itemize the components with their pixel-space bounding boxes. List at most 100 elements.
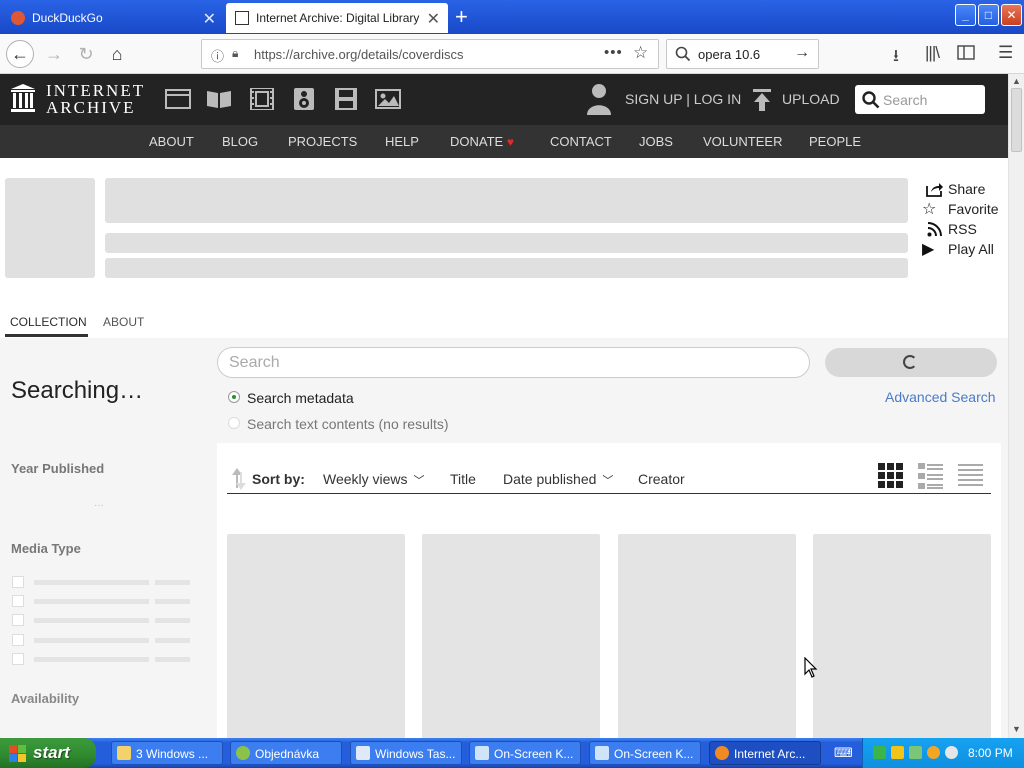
browser-search-text[interactable]: opera 10.6 <box>698 47 760 62</box>
new-tab-icon[interactable]: + <box>455 4 468 30</box>
network-icon[interactable] <box>873 746 886 759</box>
lock-icon[interactable]: 🔒︎ <box>232 46 238 61</box>
subnav-about[interactable]: ABOUT <box>149 134 194 149</box>
subnav-volunteer[interactable]: VOLUNTEER <box>703 134 782 149</box>
taskbar-item-on-screen-keyboard[interactable]: On-Screen K... <box>469 741 581 765</box>
advanced-search-link[interactable]: Advanced Search <box>885 389 996 405</box>
facet-loading: ··· <box>94 500 104 511</box>
chevron-down-icon: ﹀ <box>413 475 425 487</box>
facet-row-placeholder <box>12 634 192 646</box>
play-all-button[interactable]: ▶ Play All <box>922 239 999 259</box>
tab-about[interactable]: ABOUT <box>103 315 144 329</box>
sidebar-toggle-icon[interactable] <box>957 45 975 60</box>
scroll-thumb[interactable] <box>1011 88 1022 152</box>
browser-tab-duckduckgo[interactable]: DuckDuckGo ✕ <box>2 3 224 33</box>
reload-icon[interactable]: ↻ <box>72 40 100 68</box>
close-tab-icon[interactable]: ✕ <box>203 9 216 29</box>
home-icon[interactable]: ⌂ <box>103 40 131 68</box>
subnav-help[interactable]: HELP <box>385 134 419 149</box>
facet-media-type: Media Type <box>11 541 81 556</box>
share-button[interactable]: Share <box>922 179 999 199</box>
sort-weekly-views[interactable]: Weekly views ﹀ <box>323 471 425 488</box>
browser-search-bar[interactable]: opera 10.6 → <box>666 39 819 69</box>
browser-tab-internet-archive[interactable]: Internet Archive: Digital Library of ✕ <box>226 3 448 33</box>
search-go-icon[interactable]: → <box>794 44 810 62</box>
info-icon[interactable]: ⓘ <box>211 46 224 65</box>
system-tray: 8:00 PM <box>862 738 1024 768</box>
search-text-label[interactable]: Search text contents (no results) <box>247 416 449 432</box>
menu-icon[interactable]: ☰ <box>998 43 1013 63</box>
audio-icon[interactable] <box>291 88 317 110</box>
sort-title[interactable]: Title <box>450 471 476 487</box>
favorite-button[interactable]: ☆ Favorite <box>922 199 999 219</box>
radio-selected-dot <box>232 395 236 399</box>
back-button[interactable]: ← <box>6 40 34 68</box>
bookmark-star-icon[interactable]: ☆ <box>633 43 648 63</box>
downloads-icon[interactable]: ⭳ <box>893 43 899 72</box>
ia-top-nav: INTERNET ARCHIVE SIGN UP | LOG IN UPLOAD… <box>0 74 1008 125</box>
volume-icon[interactable] <box>945 746 958 759</box>
result-tile-placeholder <box>618 534 796 744</box>
software-icon[interactable] <box>333 88 359 110</box>
sort-date-published[interactable]: Date published ﹀ <box>503 471 613 488</box>
firefox-icon <box>715 746 729 760</box>
taskbar-item-internet-archive[interactable]: Internet Arc... <box>709 741 821 765</box>
video-icon[interactable] <box>249 88 275 110</box>
web-icon[interactable] <box>165 88 191 110</box>
search-submit-button[interactable] <box>825 348 997 377</box>
list-compact-view-icon[interactable] <box>958 463 984 489</box>
tab-collection[interactable]: COLLECTION <box>10 315 87 329</box>
subnav-contact[interactable]: CONTACT <box>550 134 612 149</box>
list-detail-view-icon[interactable] <box>918 463 944 489</box>
taskbar-item-windows-explorer[interactable]: 3 Windows ... <box>111 741 223 765</box>
scroll-up-icon[interactable]: ▲ <box>1012 76 1021 86</box>
page-scrollbar[interactable]: ▲ ▼ <box>1008 74 1024 738</box>
url-text[interactable]: https://archive.org/details/coverdiscs <box>254 47 464 62</box>
magnifier-icon[interactable] <box>927 746 940 759</box>
keyboard-icon <box>595 746 609 760</box>
logo-line: ARCHIVE <box>46 98 136 117</box>
ia-logo-text[interactable]: INTERNET ARCHIVE <box>46 82 145 116</box>
collection-search-input[interactable]: Search <box>217 347 810 378</box>
taskbar-item-on-screen-keyboard[interactable]: On-Screen K... <box>589 741 701 765</box>
taskbar-item-task-manager[interactable]: Windows Tas... <box>350 741 462 765</box>
user-avatar-icon[interactable] <box>586 82 612 116</box>
library-icon[interactable]: |||\ <box>925 43 940 63</box>
clock-time[interactable]: 8:00 PM <box>968 746 1013 760</box>
subnav-jobs[interactable]: JOBS <box>639 134 673 149</box>
grid-view-icon[interactable] <box>878 463 904 489</box>
texts-icon[interactable] <box>206 88 232 110</box>
start-button[interactable]: start <box>0 738 96 768</box>
search-text-radio[interactable] <box>228 417 240 429</box>
archive-logo-icon[interactable] <box>10 83 36 113</box>
scroll-down-icon[interactable]: ▼ <box>1012 724 1021 734</box>
subnav-people[interactable]: PEOPLE <box>809 134 861 149</box>
keyboard-tray-icon[interactable]: ⌨ <box>834 745 853 761</box>
task-label: On-Screen K... <box>614 747 694 761</box>
search-metadata-label[interactable]: Search metadata <box>247 390 354 406</box>
subnav-donate[interactable]: DONATE ♥ <box>450 134 514 149</box>
task-label: On-Screen K... <box>494 747 574 761</box>
page-actions-icon[interactable]: ••• <box>604 44 623 61</box>
taskbar-item-objednavka[interactable]: Objednávka <box>230 741 342 765</box>
minimize-window-button[interactable]: _ <box>955 4 976 26</box>
rss-button[interactable]: RSS <box>922 219 999 239</box>
upload-link[interactable]: UPLOAD <box>782 91 840 107</box>
maximize-window-button[interactable]: □ <box>978 4 999 26</box>
sort-creator[interactable]: Creator <box>638 471 685 487</box>
tray-app-icon[interactable] <box>909 746 922 759</box>
upload-icon[interactable] <box>752 88 772 112</box>
subnav-blog[interactable]: BLOG <box>222 134 258 149</box>
images-icon[interactable] <box>375 88 401 110</box>
forward-button[interactable]: → <box>40 40 68 68</box>
ia-header-search-input[interactable]: Search <box>855 85 985 114</box>
close-tab-icon[interactable]: ✕ <box>427 9 440 29</box>
url-bar[interactable]: ⓘ 🔒︎ https://archive.org/details/coverdi… <box>201 39 659 69</box>
signup-login-link[interactable]: SIGN UP | LOG IN <box>625 91 741 107</box>
subnav-projects[interactable]: PROJECTS <box>288 134 357 149</box>
sort-direction-icon[interactable] <box>231 468 247 490</box>
security-shield-icon[interactable] <box>891 746 904 759</box>
close-window-button[interactable]: ✕ <box>1001 4 1022 26</box>
search-metadata-radio[interactable] <box>228 391 240 403</box>
task-label: 3 Windows ... <box>136 747 209 761</box>
